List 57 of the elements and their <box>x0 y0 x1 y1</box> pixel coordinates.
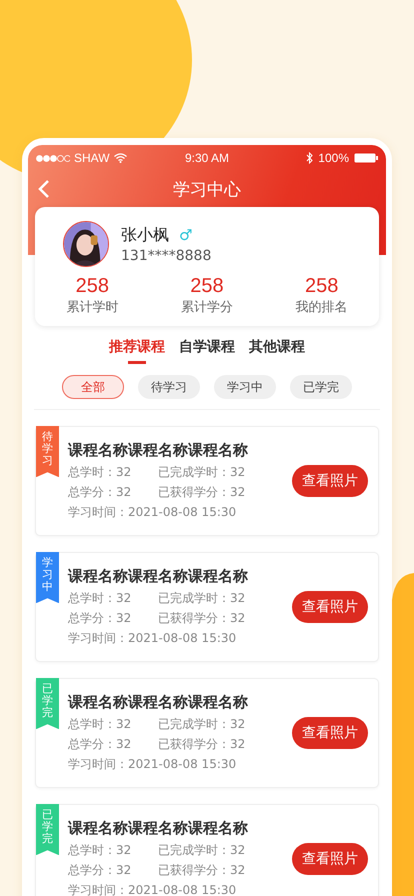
course-title: 课程名称课程名称课程名称 <box>68 567 249 586</box>
stat-value: 258 <box>304 275 338 298</box>
earned-credits: 已获得学分：32 <box>158 484 246 501</box>
stat-label: 我的排名 <box>296 299 348 316</box>
filter-chip[interactable]: 学习中 <box>214 375 276 399</box>
user-name: 张小枫 <box>121 224 169 246</box>
view-photos-button[interactable]: 查看照片 <box>292 465 368 497</box>
back-icon[interactable] <box>38 180 50 198</box>
earned-credits: 已获得学分：32 <box>158 610 246 627</box>
wifi-icon <box>114 153 127 163</box>
total-hours: 总学时：32 <box>68 716 132 733</box>
gender-symbol: ♂ <box>179 226 192 244</box>
view-photos-button[interactable]: 查看照片 <box>292 717 368 749</box>
total-credits: 总学分：32 <box>68 484 132 501</box>
course-tab[interactable]: 推荐课程 <box>109 338 165 367</box>
completed-hours: 已完成学时：32 <box>158 716 246 733</box>
view-photos-button[interactable]: 查看照片 <box>292 843 368 875</box>
filter-chip[interactable]: 已学完 <box>290 375 352 399</box>
signal-icon <box>36 154 70 162</box>
completed-hours: 已完成学时：32 <box>158 590 246 607</box>
total-hours: 总学时：32 <box>68 590 132 607</box>
total-hours: 总学时：32 <box>68 842 132 859</box>
total-hours: 总学时：32 <box>68 464 132 481</box>
status-ribbon: 已学完 <box>36 804 59 856</box>
completed-hours: 已完成学时：32 <box>158 464 246 481</box>
earned-credits: 已获得学分：32 <box>158 862 246 879</box>
phone-number: 131****8888 <box>121 248 212 264</box>
clock-text: 9:30 AM <box>184 151 230 165</box>
course-title: 课程名称课程名称课程名称 <box>68 819 249 838</box>
carrier-text: SHAW <box>74 151 110 165</box>
filter-chip[interactable]: 待学习 <box>138 375 200 399</box>
total-credits: 总学分：32 <box>68 610 132 627</box>
bluetooth-icon <box>306 152 314 164</box>
battery-icon <box>354 153 378 163</box>
total-credits: 总学分：32 <box>68 862 132 879</box>
view-photos-button[interactable]: 查看照片 <box>292 591 368 623</box>
stat-value: 258 <box>76 275 110 298</box>
battery-text: 100% <box>318 151 349 165</box>
status-ribbon: 学习中 <box>36 552 59 604</box>
total-credits: 总学分：32 <box>68 736 132 753</box>
status-ribbon: 待学习 <box>36 426 59 478</box>
stat-value: 258 <box>190 275 224 298</box>
study-time: 学习时间：2021-08-08 15:30 <box>68 504 238 521</box>
completed-hours: 已完成学时：32 <box>158 842 246 859</box>
stat-label: 累计学时 <box>66 299 118 316</box>
course-tab[interactable]: 自学课程 <box>179 338 235 367</box>
status-ribbon: 已学完 <box>36 678 59 730</box>
stat-label: 累计学分 <box>180 299 233 316</box>
course-tab[interactable]: 其他课程 <box>249 338 305 367</box>
earned-credits: 已获得学分：32 <box>158 736 246 753</box>
course-title: 课程名称课程名称课程名称 <box>68 441 249 460</box>
study-time: 学习时间：2021-08-08 15:30 <box>68 756 238 773</box>
study-time: 学习时间：2021-08-08 15:30 <box>68 882 238 896</box>
course-title: 课程名称课程名称课程名称 <box>68 693 249 712</box>
study-time: 学习时间：2021-08-08 15:30 <box>68 630 238 647</box>
filter-chip[interactable]: 全部 <box>62 375 124 399</box>
page-title: 学习中心 <box>173 178 241 200</box>
